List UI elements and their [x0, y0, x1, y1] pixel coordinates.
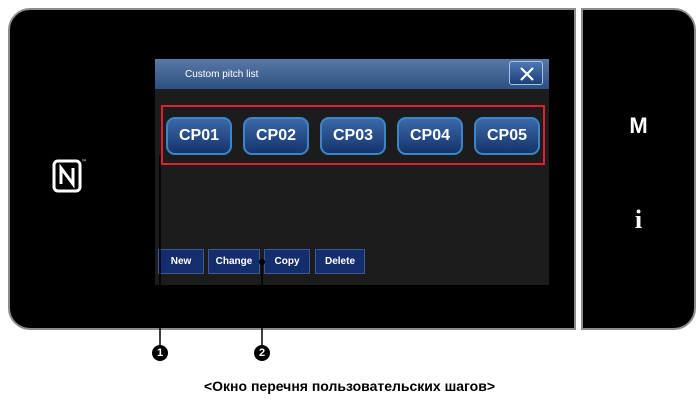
callout-lines: [159, 155, 265, 345]
figure-caption: <Окно перечня пользовательских шагов>: [203, 378, 496, 394]
callout-marker-2: 2: [254, 345, 270, 361]
callout-marker-1: 1: [152, 345, 168, 361]
